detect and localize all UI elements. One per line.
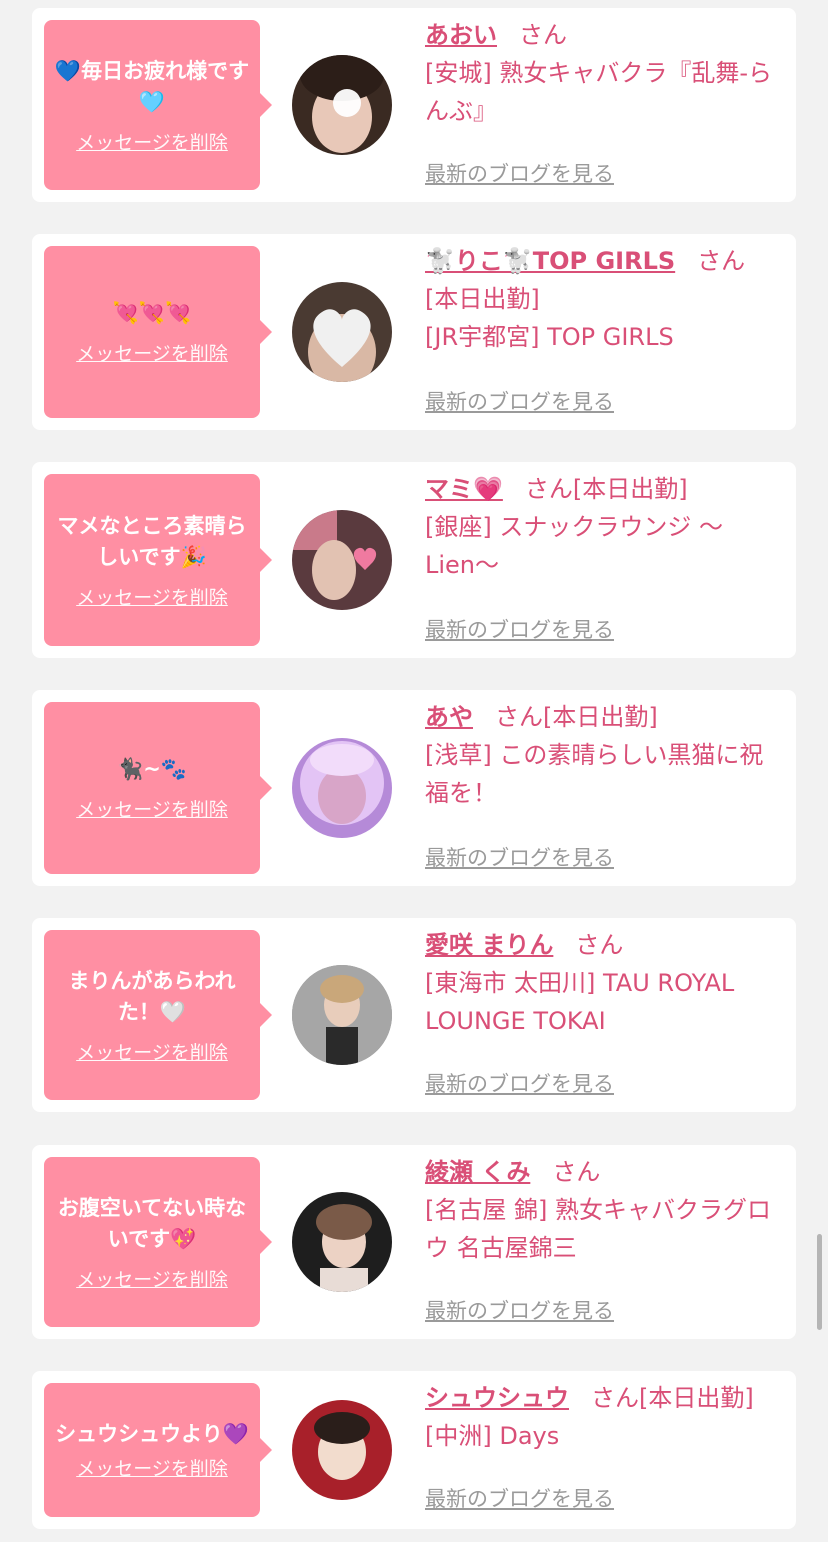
delete-message-link[interactable]: メッセージを削除: [76, 339, 228, 366]
latest-blog-link[interactable]: 最新のブログを見る: [425, 1068, 614, 1098]
message-text: マメなところ素晴らしいです🎉: [57, 513, 247, 569]
cast-name-link[interactable]: 綾瀬 くみ: [425, 1158, 530, 1186]
message-bubble: 💘💘💘 メッセージを削除: [44, 246, 272, 418]
message-text: 💘💘💘: [112, 301, 192, 325]
cast-name-link[interactable]: あや: [425, 703, 473, 731]
avatar[interactable]: [292, 55, 392, 155]
message-card: 🐈‍⬛~🐾 メッセージを削除 あや さん[本日出勤] [浅草] この素晴らしい黒猫…: [32, 690, 796, 886]
message-card: 💘💘💘 メッセージを削除 🐩りこ🐩TOP GIRLS さん [本日出勤] [JR宇…: [32, 234, 796, 430]
today-tag: [本日出勤]: [639, 1384, 754, 1412]
honorific: さん: [591, 1384, 639, 1412]
latest-blog-link[interactable]: 最新のブログを見る: [425, 614, 614, 644]
avatar[interactable]: [292, 510, 392, 610]
honorific: さん: [524, 475, 573, 503]
message-text: 💙毎日お疲れ様です🩵: [54, 58, 250, 114]
latest-blog-link[interactable]: 最新のブログを見る: [425, 386, 614, 416]
message-card: お腹空いてない時ないです💖 メッセージを削除 綾瀬 くみ さん [名古屋 錦] 熟…: [32, 1145, 796, 1339]
cast-name-link[interactable]: 🐩りこ🐩TOP GIRLS: [425, 247, 675, 275]
shop-name: [東海市 太田川] TAU ROYAL LOUNGE TOKAI: [425, 969, 735, 1035]
honorific: さん: [519, 21, 567, 49]
shop-name: [中洲] Days: [425, 1422, 560, 1450]
message-text: お腹空いてない時ないです💖: [57, 1195, 247, 1251]
message-card: シュウシュウより💜 メッセージを削除 シュウシュウ さん[本日出勤] [中洲] D…: [32, 1371, 796, 1529]
latest-blog-link[interactable]: 最新のブログを見る: [425, 1295, 614, 1325]
honorific: さん: [495, 703, 543, 731]
scrollbar[interactable]: [817, 1234, 822, 1330]
latest-blog-link[interactable]: 最新のブログを見る: [425, 842, 614, 872]
delete-message-link[interactable]: メッセージを削除: [76, 583, 228, 610]
honorific: さん: [697, 247, 746, 275]
delete-message-link[interactable]: メッセージを削除: [76, 1038, 228, 1065]
today-tag: [本日出勤]: [425, 285, 540, 313]
message-card: まりんがあらわれた！🤍 メッセージを削除 愛咲 まりん さん [東海市 太田川] …: [32, 918, 796, 1112]
shop-name: [銀座] スナックラウンジ 〜Lien〜: [425, 513, 723, 579]
avatar[interactable]: [292, 738, 392, 838]
shop-name: [JR宇都宮] TOP GIRLS: [425, 323, 674, 351]
shop-name: [浅草] この素晴らしい黒猫に祝福を！: [425, 741, 764, 807]
delete-message-link[interactable]: メッセージを削除: [76, 795, 228, 822]
message-card: マメなところ素晴らしいです🎉 メッセージを削除 マミ💗 さん[本日出勤] [銀座]…: [32, 462, 796, 658]
today-tag: [本日出勤]: [543, 703, 658, 731]
cast-name-link[interactable]: マミ💗: [425, 475, 503, 503]
message-text: まりんがあらわれた！🤍: [68, 968, 236, 1024]
message-bubble: マメなところ素晴らしいです🎉 メッセージを削除: [44, 474, 272, 646]
message-bubble: お腹空いてない時ないです💖 メッセージを削除: [44, 1157, 272, 1327]
today-tag: [本日出勤]: [572, 475, 688, 503]
delete-message-link[interactable]: メッセージを削除: [76, 128, 228, 155]
delete-message-link[interactable]: メッセージを削除: [76, 1265, 228, 1292]
message-text: シュウシュウより💜: [55, 1422, 249, 1446]
message-bubble: シュウシュウより💜 メッセージを削除: [44, 1383, 272, 1517]
avatar[interactable]: [292, 1192, 392, 1292]
avatar[interactable]: [292, 1400, 392, 1500]
message-bubble: 🐈‍⬛~🐾 メッセージを削除: [44, 702, 272, 874]
latest-blog-link[interactable]: 最新のブログを見る: [425, 158, 614, 188]
latest-blog-link[interactable]: 最新のブログを見る: [425, 1483, 614, 1513]
message-bubble: まりんがあらわれた！🤍 メッセージを削除: [44, 930, 272, 1100]
avatar[interactable]: [292, 965, 392, 1065]
message-bubble: 💙毎日お疲れ様です🩵 メッセージを削除: [44, 20, 272, 190]
shop-name: [安城] 熟女キャバクラ『乱舞-らんぶ』: [425, 59, 773, 125]
delete-message-link[interactable]: メッセージを削除: [76, 1454, 228, 1481]
shop-name: [名古屋 錦] 熟女キャバクラグロウ 名古屋錦三: [425, 1196, 771, 1262]
message-text: 🐈‍⬛~🐾: [117, 757, 187, 781]
honorific: さん: [552, 1158, 601, 1186]
cast-name-link[interactable]: あおい: [425, 21, 497, 49]
cast-name-link[interactable]: シュウシュウ: [425, 1384, 569, 1412]
message-card: 💙毎日お疲れ様です🩵 メッセージを削除 あおい さん [安城] 熟女キャバクラ『乱…: [32, 8, 796, 202]
honorific: さん: [575, 931, 624, 959]
avatar[interactable]: [292, 282, 392, 382]
cast-name-link[interactable]: 愛咲 まりん: [425, 931, 553, 959]
